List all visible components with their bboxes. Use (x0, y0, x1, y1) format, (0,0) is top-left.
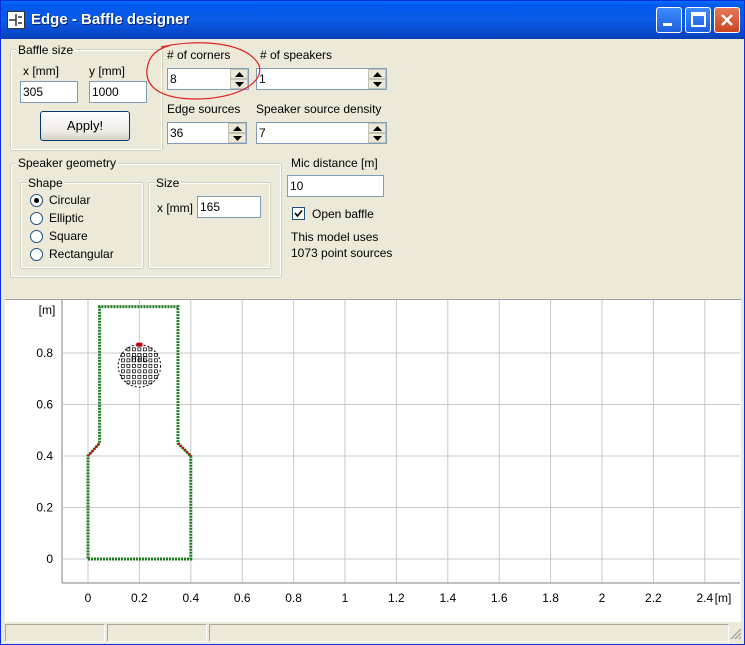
y-tick-label: 0.8 (36, 346, 53, 360)
corner-segment (177, 442, 192, 457)
size-legend: Size (154, 176, 182, 190)
model-info-line1: This model uses (291, 230, 379, 244)
x-tick-label: 0.4 (182, 591, 199, 605)
minimize-button[interactable] (656, 7, 682, 33)
open-baffle-checkbox[interactable] (292, 207, 305, 220)
spin-up-icon[interactable] (368, 69, 386, 79)
x-tick-label: 1.6 (491, 591, 508, 605)
spin-up-icon[interactable] (368, 123, 386, 133)
shape-circular-radio[interactable] (30, 194, 43, 207)
x-tick-label: 1.8 (542, 591, 559, 605)
baffle-plot[interactable]: 0 0.2 0.4 0.6 0.8 1 1.2 1.4 1.6 1.8 2 2.2 2.4 0 0.2 0.… (5, 299, 741, 622)
apply-button[interactable]: Apply! (40, 111, 130, 141)
baffle-y-label: y [mm] (89, 64, 125, 78)
status-bar (3, 624, 742, 644)
speaker-density-input[interactable]: 7 (256, 122, 387, 144)
x-tick-label: 2.2 (645, 591, 662, 605)
mic-marker (136, 342, 143, 347)
corner-segment (87, 442, 101, 457)
x-tick-label: 1.2 (388, 591, 405, 605)
mic-distance-input[interactable]: 10 (287, 175, 384, 197)
title-bar[interactable]: Edge - Baffle designer (1, 1, 744, 39)
speakers-spinner[interactable] (368, 69, 386, 89)
shape-elliptic-radio[interactable] (30, 212, 43, 225)
x-tick-label: 1 (342, 591, 349, 605)
baffle-chart: 0 0.2 0.4 0.6 0.8 1 1.2 1.4 1.6 1.8 2 2.2 2.4 0 0.2 0.… (36, 300, 740, 605)
open-baffle-label[interactable]: Open baffle (312, 207, 374, 221)
spin-down-icon[interactable] (368, 133, 386, 143)
status-pane-1 (5, 624, 105, 642)
status-pane-2 (107, 624, 207, 642)
annotation-ellipse (146, 42, 261, 100)
status-pane-3 (209, 624, 729, 642)
checkmark-icon (294, 209, 303, 218)
shape-rectangular-label[interactable]: Rectangular (49, 247, 114, 261)
spin-up-icon[interactable] (228, 123, 246, 133)
x-tick-label: 0 (85, 591, 92, 605)
x-tick-label: 2.4 (696, 591, 713, 605)
shape-square-radio[interactable] (30, 230, 43, 243)
speaker-geometry-legend: Speaker geometry (16, 156, 119, 170)
y-tick-label: 0 (46, 552, 53, 566)
x-tick-label: 0.2 (131, 591, 148, 605)
maximize-button[interactable] (685, 7, 711, 33)
window-title: Edge - Baffle designer (31, 11, 190, 28)
speakers-input[interactable]: 1 (256, 68, 387, 90)
edge-sources-value: 36 (170, 126, 184, 140)
x-tick-label: 0.8 (285, 591, 302, 605)
edge-sources-input[interactable]: 36 (167, 122, 247, 144)
shape-square-label[interactable]: Square (49, 229, 88, 243)
speaker-label: mic (131, 353, 149, 365)
shape-elliptic-label[interactable]: Elliptic (49, 211, 84, 225)
app-icon (7, 11, 25, 29)
app-window: Edge - Baffle designer Baffle size x [mm… (0, 0, 745, 645)
mic-distance-label: Mic distance [m] (291, 156, 378, 170)
baffle-x-label: x [mm] (23, 64, 59, 78)
shape-rectangular-radio[interactable] (30, 248, 43, 261)
x-tick-label: 2 (599, 591, 606, 605)
speaker-density-value: 7 (259, 126, 266, 140)
x-tick-label: 0.6 (234, 591, 251, 605)
shape-circular-label[interactable]: Circular (49, 193, 90, 207)
size-x-input[interactable]: 165 (197, 196, 261, 218)
edge-sources-spinner[interactable] (228, 123, 246, 143)
baffle-x-input[interactable]: 305 (20, 81, 78, 103)
baffle-size-legend: Baffle size (16, 43, 76, 57)
shape-legend: Shape (26, 176, 65, 190)
x-tick-label: 1.4 (439, 591, 456, 605)
y-tick-label: 0.6 (36, 398, 53, 412)
speaker-density-spinner[interactable] (368, 123, 386, 143)
model-info-line2: 1073 point sources (291, 246, 393, 260)
y-axis-label: [m] (39, 303, 56, 317)
spin-down-icon[interactable] (228, 133, 246, 143)
resize-grip-icon[interactable] (730, 628, 742, 640)
size-x-label: x [mm] (157, 201, 193, 215)
x-axis-label: [m] (715, 591, 732, 605)
close-button[interactable] (714, 7, 740, 33)
speaker-density-label: Speaker source density (256, 102, 382, 116)
y-tick-label: 0.4 (36, 449, 53, 463)
baffle-y-input[interactable]: 1000 (89, 81, 147, 103)
spin-down-icon[interactable] (368, 79, 386, 89)
y-tick-label: 0.2 (36, 501, 53, 515)
